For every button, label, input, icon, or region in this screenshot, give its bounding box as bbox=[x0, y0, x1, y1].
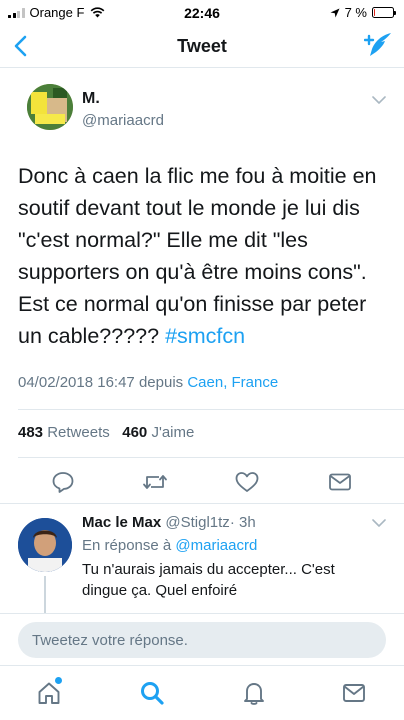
retweets-count[interactable]: 483 bbox=[18, 424, 43, 441]
direct-message-icon[interactable] bbox=[327, 470, 353, 494]
chevron-down-icon[interactable] bbox=[372, 518, 386, 528]
messages-icon[interactable] bbox=[341, 680, 367, 706]
in-reply-to: En réponse à @mariaacrd bbox=[82, 537, 257, 554]
in-reply-to-label: En réponse à bbox=[82, 537, 172, 554]
reply-separator: · bbox=[229, 514, 235, 531]
tweet-timestamp: 04/02/2018 16:47 bbox=[18, 374, 135, 391]
compose-tweet-icon[interactable] bbox=[364, 32, 392, 60]
likes-count[interactable]: 460 bbox=[122, 424, 147, 441]
reply-tweet[interactable]: Mac le Max @Stigl1tz· 3h En réponse à @m… bbox=[0, 503, 404, 614]
avatar-image bbox=[27, 84, 73, 130]
divider bbox=[18, 457, 404, 458]
reply-composer bbox=[0, 613, 404, 665]
author-avatar[interactable] bbox=[27, 84, 73, 130]
in-reply-to-handle[interactable]: @mariaacrd bbox=[175, 537, 257, 554]
status-bar: Orange F 22:46 7 % bbox=[0, 0, 404, 24]
likes-label[interactable]: J'aime bbox=[151, 424, 194, 441]
divider bbox=[18, 409, 404, 410]
battery-percent: 7 % bbox=[344, 5, 367, 20]
reply-author-handle[interactable]: @Stigl1tz bbox=[165, 514, 229, 531]
place-link[interactable]: Caen, France bbox=[187, 374, 278, 391]
reply-header: Mac le Max @Stigl1tz· 3h bbox=[82, 514, 256, 531]
tweet-meta: 04/02/2018 16:47 depuis Caen, France bbox=[18, 374, 278, 391]
status-right: 7 % bbox=[330, 5, 396, 20]
via-label: depuis bbox=[138, 374, 184, 391]
battery-icon bbox=[372, 7, 396, 18]
tweet-actions bbox=[0, 464, 404, 500]
author-name[interactable]: M. bbox=[82, 90, 100, 108]
retweets-label[interactable]: Retweets bbox=[47, 424, 110, 441]
reply-input[interactable] bbox=[18, 622, 386, 658]
tweet-body: Donc à caen la flic me fou à moitie en s… bbox=[18, 164, 377, 348]
reply-avatar[interactable] bbox=[18, 518, 72, 572]
search-icon[interactable] bbox=[139, 680, 165, 706]
reply-text: Tu n'aurais jamais du accepter... C'est … bbox=[82, 561, 335, 599]
tweet-text: Donc à caen la flic me fou à moitie en s… bbox=[18, 160, 388, 352]
author-handle[interactable]: @mariaacrd bbox=[82, 112, 164, 129]
reply-icon[interactable] bbox=[50, 470, 76, 494]
like-heart-icon[interactable] bbox=[234, 470, 260, 494]
thread-line bbox=[44, 576, 46, 614]
reply-avatar-image bbox=[18, 518, 72, 572]
reply-author-name[interactable]: Mac le Max bbox=[82, 514, 161, 531]
reply-age: 3h bbox=[238, 514, 256, 531]
nav-bar: Tweet bbox=[0, 24, 404, 68]
retweet-icon[interactable] bbox=[142, 470, 168, 494]
page-title: Tweet bbox=[177, 36, 227, 56]
new-content-dot bbox=[55, 677, 62, 684]
location-arrow-icon bbox=[330, 8, 340, 17]
battery-fill bbox=[374, 9, 376, 16]
tweet-stats: 483 Retweets 460 J'aime bbox=[18, 424, 194, 441]
chevron-down-icon[interactable] bbox=[372, 95, 386, 105]
notifications-icon[interactable] bbox=[241, 680, 267, 706]
hashtag-link[interactable]: #smcfcn bbox=[165, 324, 245, 348]
tab-bar bbox=[0, 665, 404, 720]
